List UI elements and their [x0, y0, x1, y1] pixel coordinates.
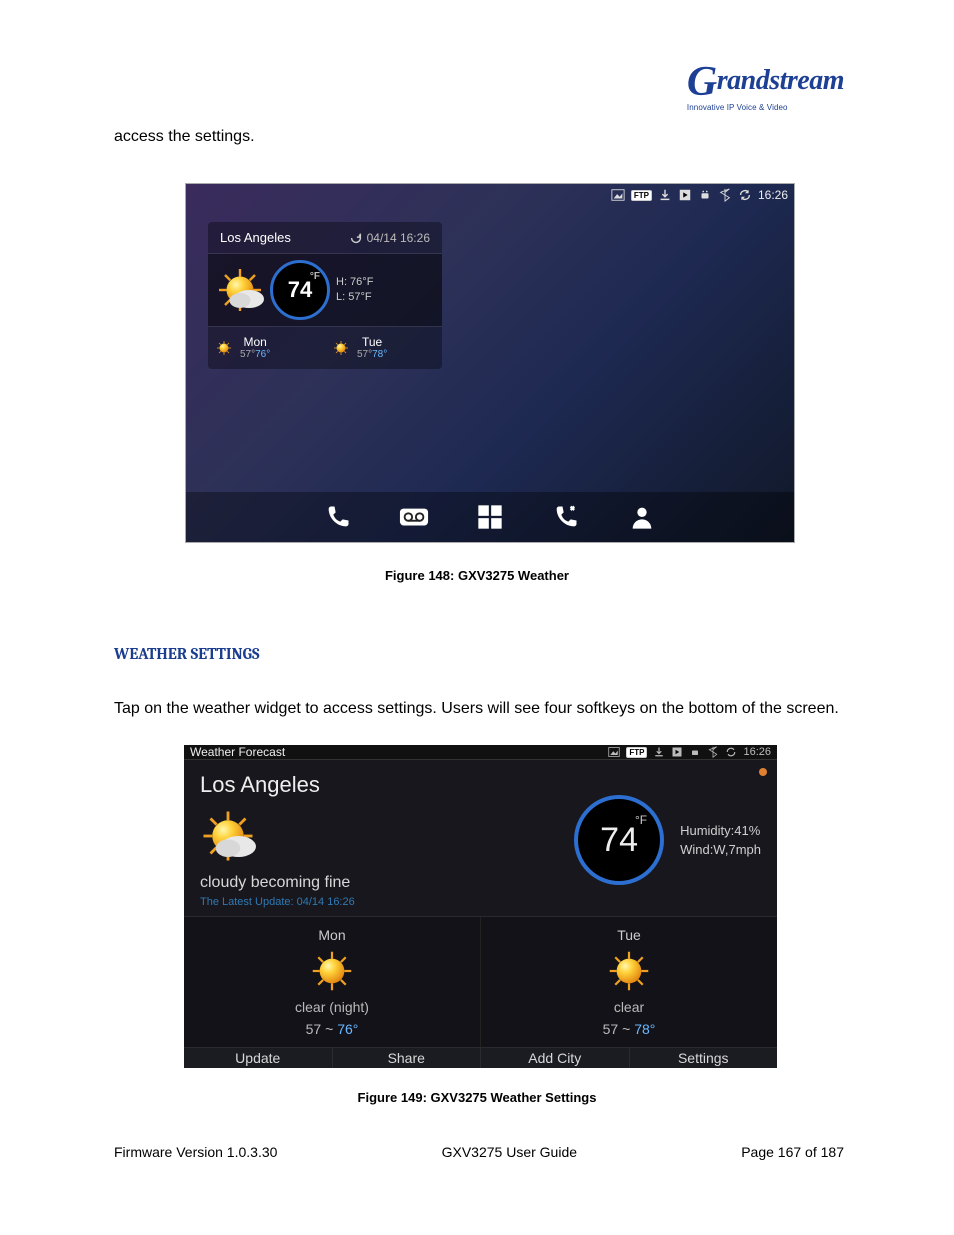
download-icon	[658, 188, 672, 202]
contacts-icon[interactable]	[627, 502, 657, 532]
refresh-icon	[349, 231, 363, 245]
softkey-add-city[interactable]: Add City	[481, 1048, 630, 1068]
sun-icon	[310, 949, 354, 993]
temp-gauge: 74°F	[574, 795, 664, 885]
city-name: Los Angeles	[200, 772, 355, 798]
sync-icon	[738, 188, 752, 202]
refresh-timestamp: 04/14 16:26	[367, 231, 430, 245]
figure-148-caption: Figure 148: GXV3275 Weather	[0, 568, 954, 583]
softkey-settings[interactable]: Settings	[630, 1048, 778, 1068]
forecast-row: Mon clear (night) 57 ~ 76° Tue clear 57 …	[184, 916, 777, 1048]
status-time: 16:26	[743, 746, 771, 758]
status-bar: FTP 16:26	[611, 188, 788, 202]
softkey-bar: Update Share Add City Settings	[184, 1048, 777, 1068]
refresh-button[interactable]: 04/14 16:26	[349, 231, 430, 245]
last-update: The Latest Update: 04/14 16:26	[200, 896, 355, 908]
paragraph: Tap on the weather widget to access sett…	[114, 700, 844, 718]
brand-logo: Grandstream Innovative IP Voice & Video	[687, 58, 844, 112]
screen-title: Weather Forecast	[190, 745, 285, 759]
sun-icon	[607, 949, 651, 993]
temp-high-low: H: 76°F L: 57°F	[336, 275, 373, 306]
figure-148-home-screen: FTP 16:26 Los Angeles 04/14 16:26 74°F H…	[185, 183, 795, 543]
footer-left: Firmware Version 1.0.3.30	[114, 1144, 277, 1160]
status-time: 16:26	[758, 188, 788, 202]
forecast-day[interactable]: Tue clear 57 ~ 78°	[481, 917, 777, 1047]
current-weather-panel[interactable]: Los Angeles cloudy becoming fine The Lat…	[184, 760, 777, 916]
apps-icon[interactable]	[475, 502, 505, 532]
bluetooth-icon	[718, 188, 732, 202]
android-icon	[689, 746, 701, 758]
picture-icon	[611, 188, 625, 202]
weather-icon	[216, 266, 264, 314]
sun-icon	[216, 340, 232, 356]
picture-icon	[608, 746, 620, 758]
weather-stats: Humidity:41% Wind:W,7mph	[680, 821, 761, 860]
ftp-badge: FTP	[631, 190, 652, 201]
section-heading: WEATHER SETTINGS	[114, 645, 260, 663]
sun-icon	[333, 340, 349, 356]
phone-icon[interactable]	[323, 502, 353, 532]
weather-icon	[200, 808, 256, 864]
softkey-share[interactable]: Share	[333, 1048, 482, 1068]
status-bar: FTP 16:26	[608, 746, 771, 758]
voicemail-icon[interactable]	[399, 502, 429, 532]
forecast-day[interactable]: Mon clear (night) 57 ~ 76°	[184, 917, 481, 1047]
footer-right: Page 167 of 187	[741, 1144, 844, 1160]
download-icon	[653, 746, 665, 758]
ftp-badge: FTP	[626, 747, 647, 758]
softkey-update[interactable]: Update	[184, 1048, 333, 1068]
forecast-day: Tue57°78°	[325, 327, 442, 369]
conference-icon[interactable]	[551, 502, 581, 532]
condition-text: cloudy becoming fine	[200, 874, 355, 892]
forecast-day: Mon57°76°	[208, 327, 325, 369]
figure-149-caption: Figure 149: GXV3275 Weather Settings	[0, 1090, 954, 1105]
page-indicator	[759, 768, 767, 776]
dock	[186, 492, 794, 542]
page-footer: Firmware Version 1.0.3.30 GXV3275 User G…	[114, 1144, 844, 1160]
android-icon	[698, 188, 712, 202]
figure-149-weather-settings: Weather Forecast FTP 16:26 Los Angeles c…	[184, 745, 777, 1068]
widget-city: Los Angeles	[220, 230, 291, 245]
footer-center: GXV3275 User Guide	[442, 1144, 577, 1160]
intro-text: access the settings.	[114, 128, 255, 146]
temp-gauge: 74°F	[270, 260, 330, 320]
bluetooth-icon	[707, 746, 719, 758]
sync-icon	[725, 746, 737, 758]
play-icon	[671, 746, 683, 758]
play-icon	[678, 188, 692, 202]
weather-widget[interactable]: Los Angeles 04/14 16:26 74°F H: 76°F L: …	[208, 222, 442, 369]
